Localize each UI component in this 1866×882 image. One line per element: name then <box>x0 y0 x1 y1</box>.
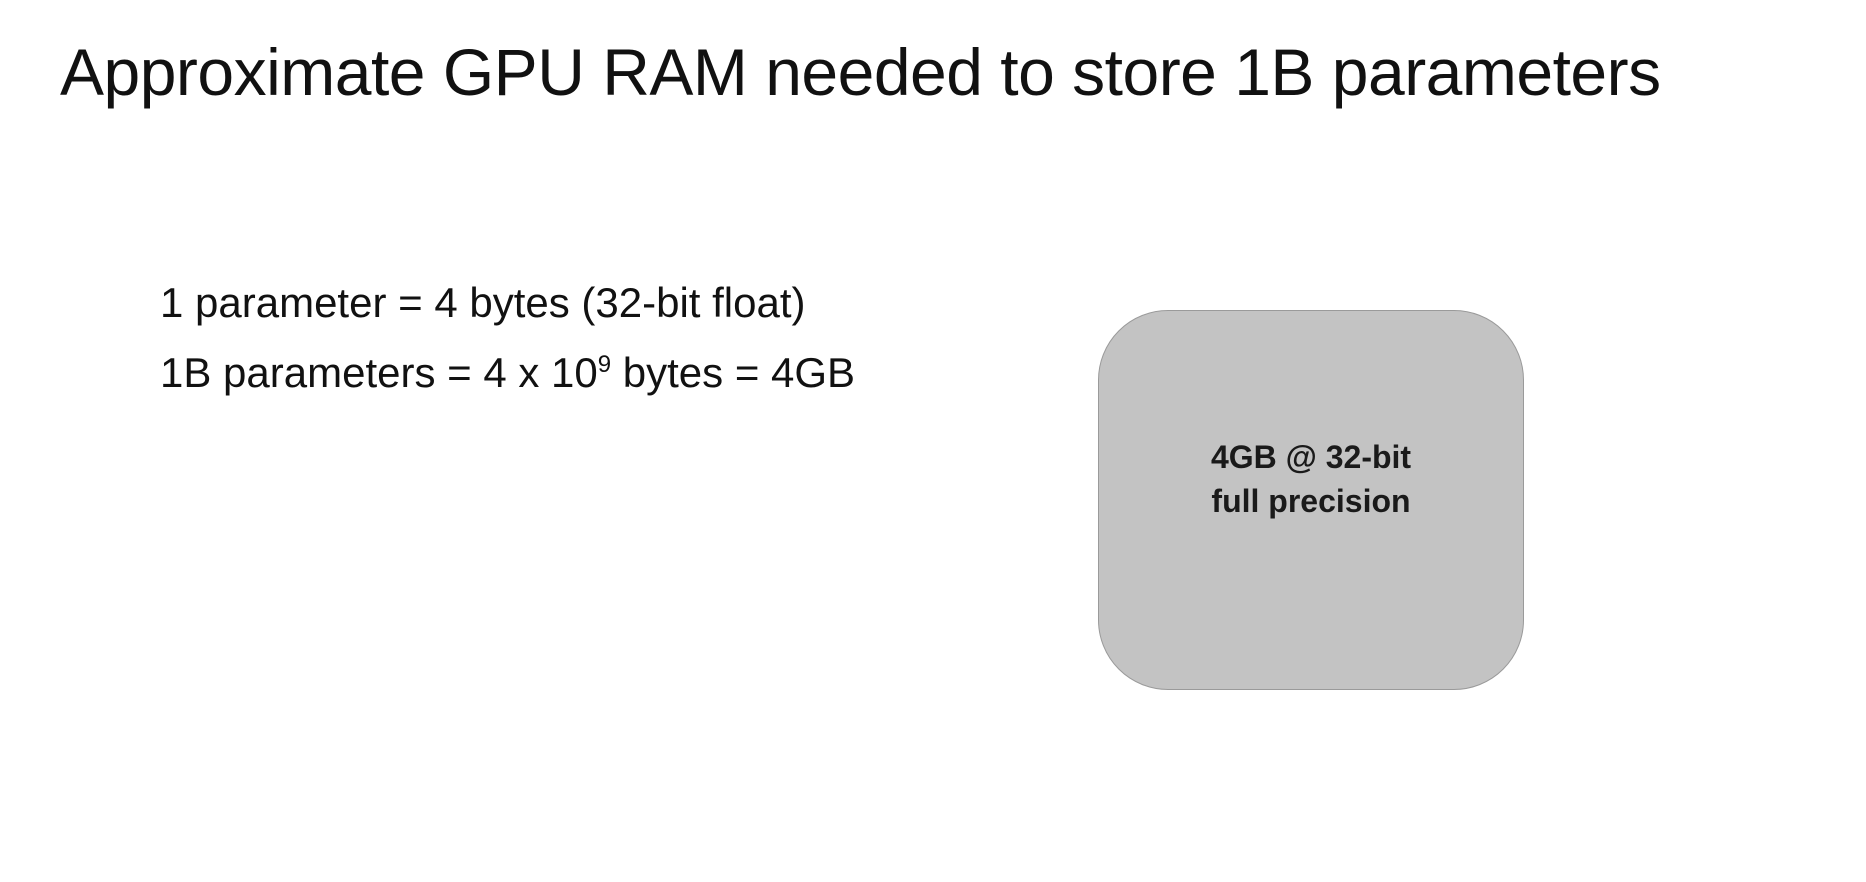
slide-title: Approximate GPU RAM needed to store 1B p… <box>60 35 1661 109</box>
memory-block-label-line1: 4GB @ 32-bit <box>1210 439 1412 475</box>
fact-total-size: 1B parameters = 4 x 109 bytes = 4GB <box>160 338 855 408</box>
memory-block-label-line2: full precision <box>1211 483 1411 519</box>
fact-total-size-base: 1B parameters = 4 x 10 <box>160 349 598 396</box>
fact-total-size-exponent: 9 <box>597 351 612 378</box>
facts-block: 1 parameter = 4 bytes (32-bit float) 1B … <box>160 268 855 408</box>
fact-parameter-size: 1 parameter = 4 bytes (32-bit float) <box>160 279 806 326</box>
memory-block-label: 4GB @ 32-bit full precision <box>1211 435 1411 523</box>
fact-total-size-result: bytes = 4GB <box>611 349 856 396</box>
memory-block: 4GB @ 32-bit full precision <box>1098 310 1524 690</box>
